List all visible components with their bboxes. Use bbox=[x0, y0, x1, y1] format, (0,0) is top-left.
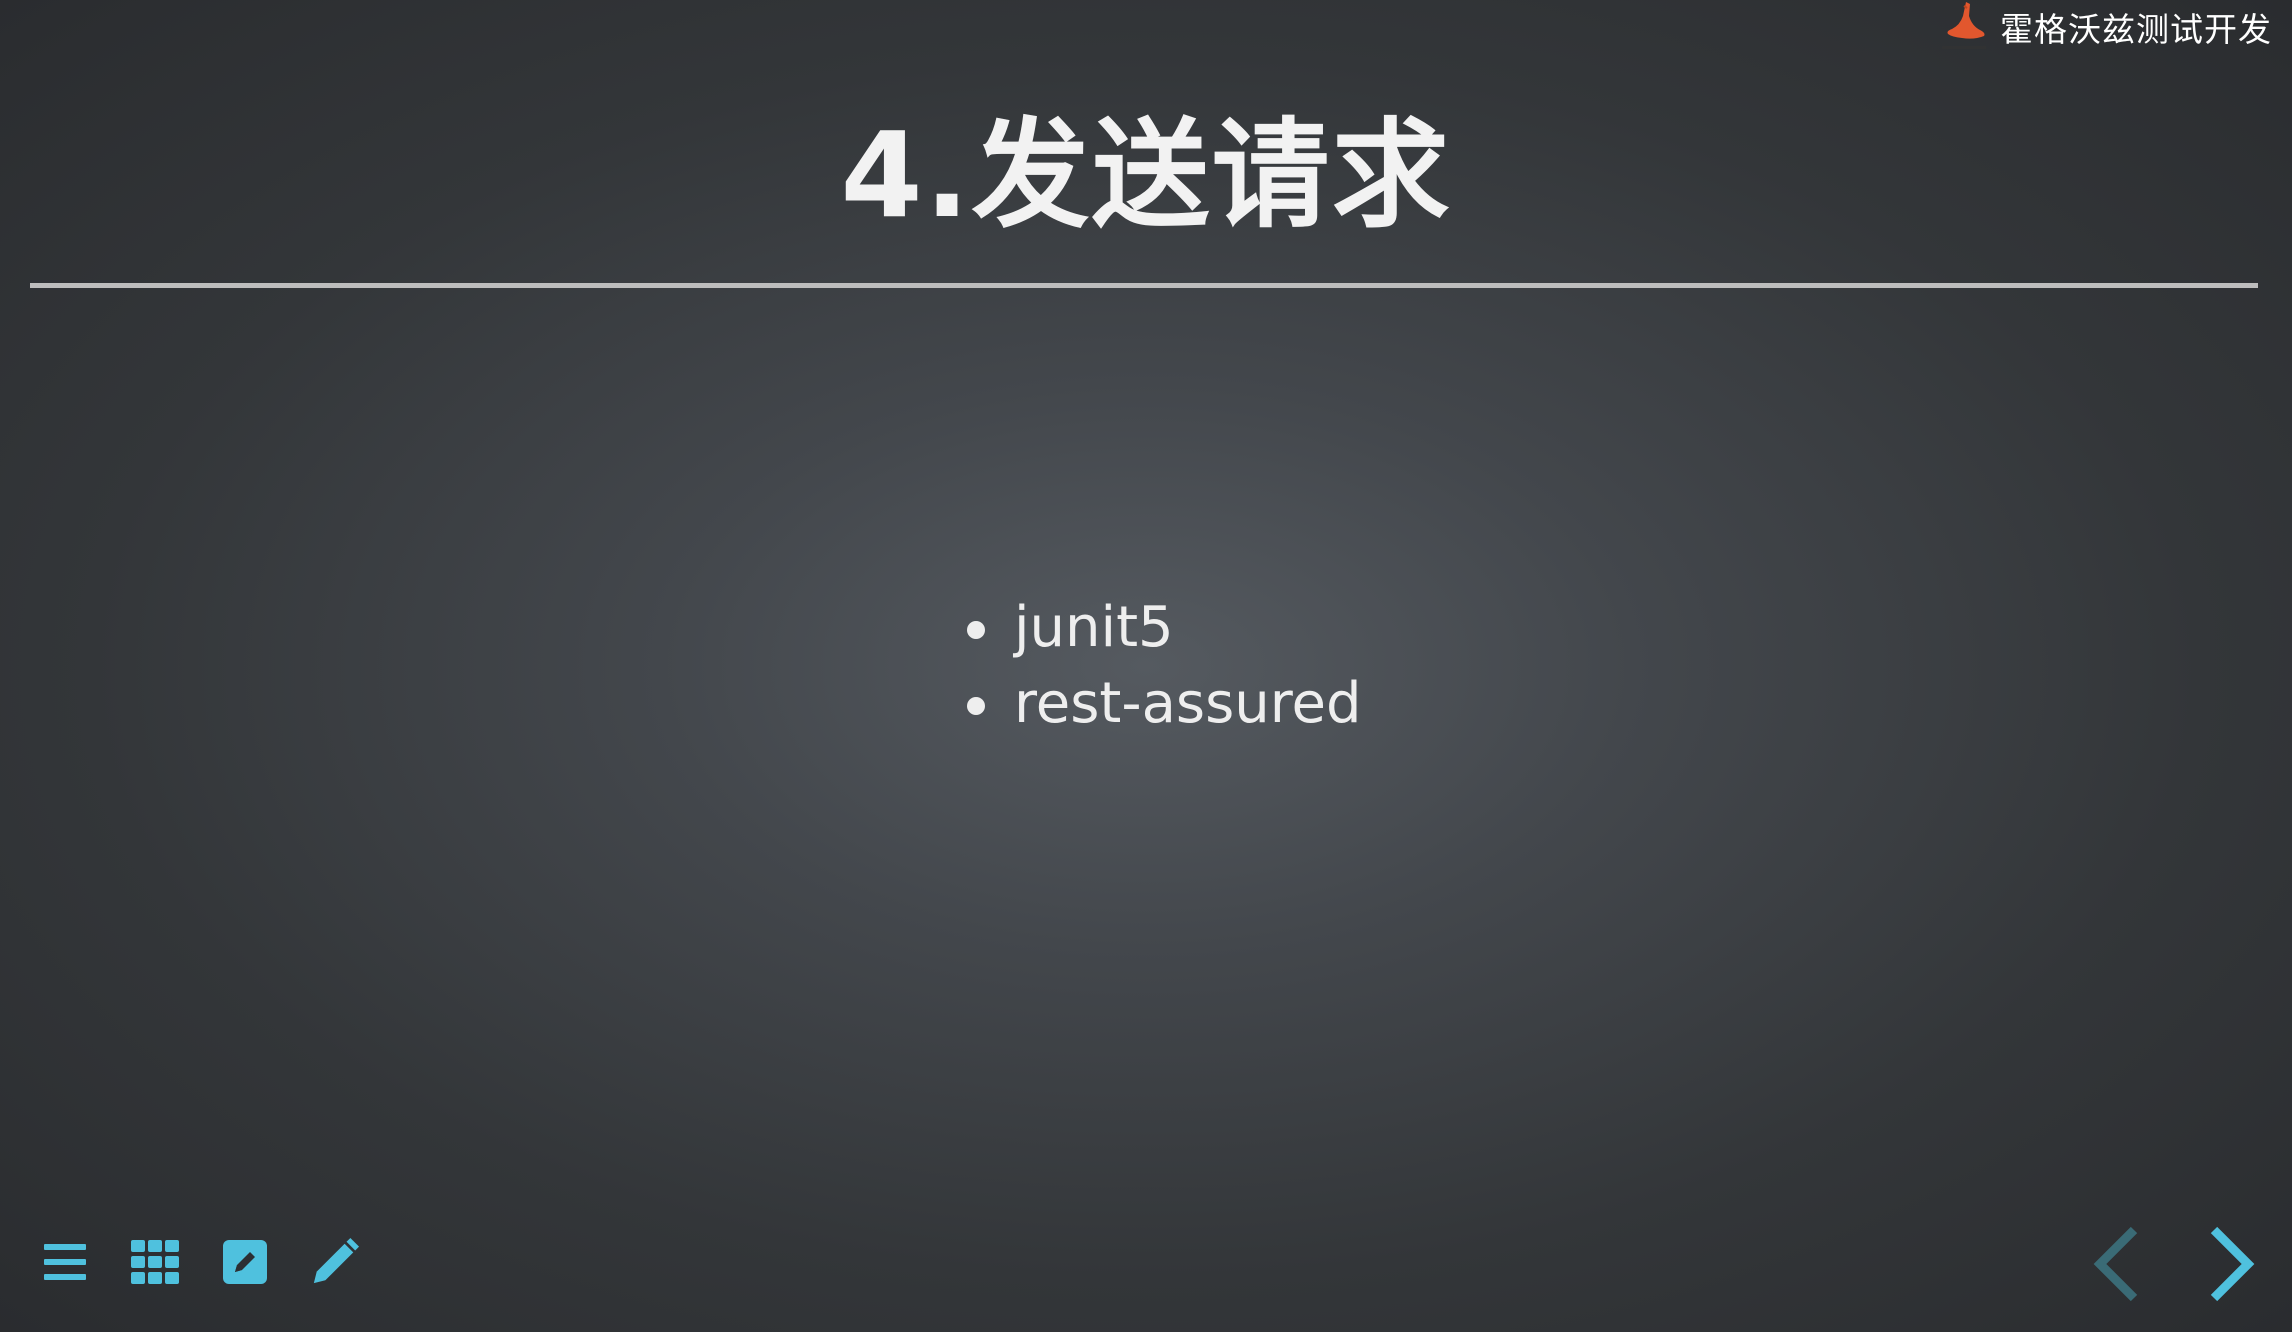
edit-button[interactable] bbox=[220, 1237, 270, 1287]
edit-icon bbox=[223, 1240, 267, 1284]
menu-button[interactable] bbox=[40, 1237, 90, 1287]
grid-icon bbox=[131, 1240, 179, 1284]
title-divider bbox=[30, 283, 2258, 288]
next-slide-button[interactable] bbox=[2194, 1224, 2264, 1304]
bullet-dot-icon bbox=[967, 621, 985, 639]
bullet-dot-icon bbox=[967, 697, 985, 715]
pencil-button[interactable] bbox=[310, 1237, 360, 1287]
brand-header: 霍格沃兹测试开发 bbox=[1936, 0, 2272, 54]
bullet-list: junit5 rest-assured bbox=[960, 590, 1362, 742]
list-item: rest-assured bbox=[960, 666, 1362, 742]
chevron-left-icon bbox=[2093, 1226, 2138, 1302]
grid-overview-button[interactable] bbox=[130, 1237, 180, 1287]
list-item: junit5 bbox=[960, 590, 1362, 666]
list-item-text: junit5 bbox=[1014, 595, 1174, 660]
wizard-hat-logo-icon bbox=[1936, 0, 1992, 54]
chevron-right-icon bbox=[2210, 1226, 2255, 1302]
pencil-icon bbox=[313, 1237, 360, 1284]
list-item-text: rest-assured bbox=[1014, 671, 1362, 736]
menu-icon bbox=[44, 1244, 86, 1280]
slide-toolbar bbox=[40, 1232, 360, 1292]
brand-name: 霍格沃兹测试开发 bbox=[2000, 10, 2272, 49]
slide-title: 4.发送请求 bbox=[840, 106, 1452, 244]
previous-slide-button[interactable] bbox=[2084, 1224, 2154, 1304]
slide-navigation bbox=[2084, 1224, 2264, 1304]
